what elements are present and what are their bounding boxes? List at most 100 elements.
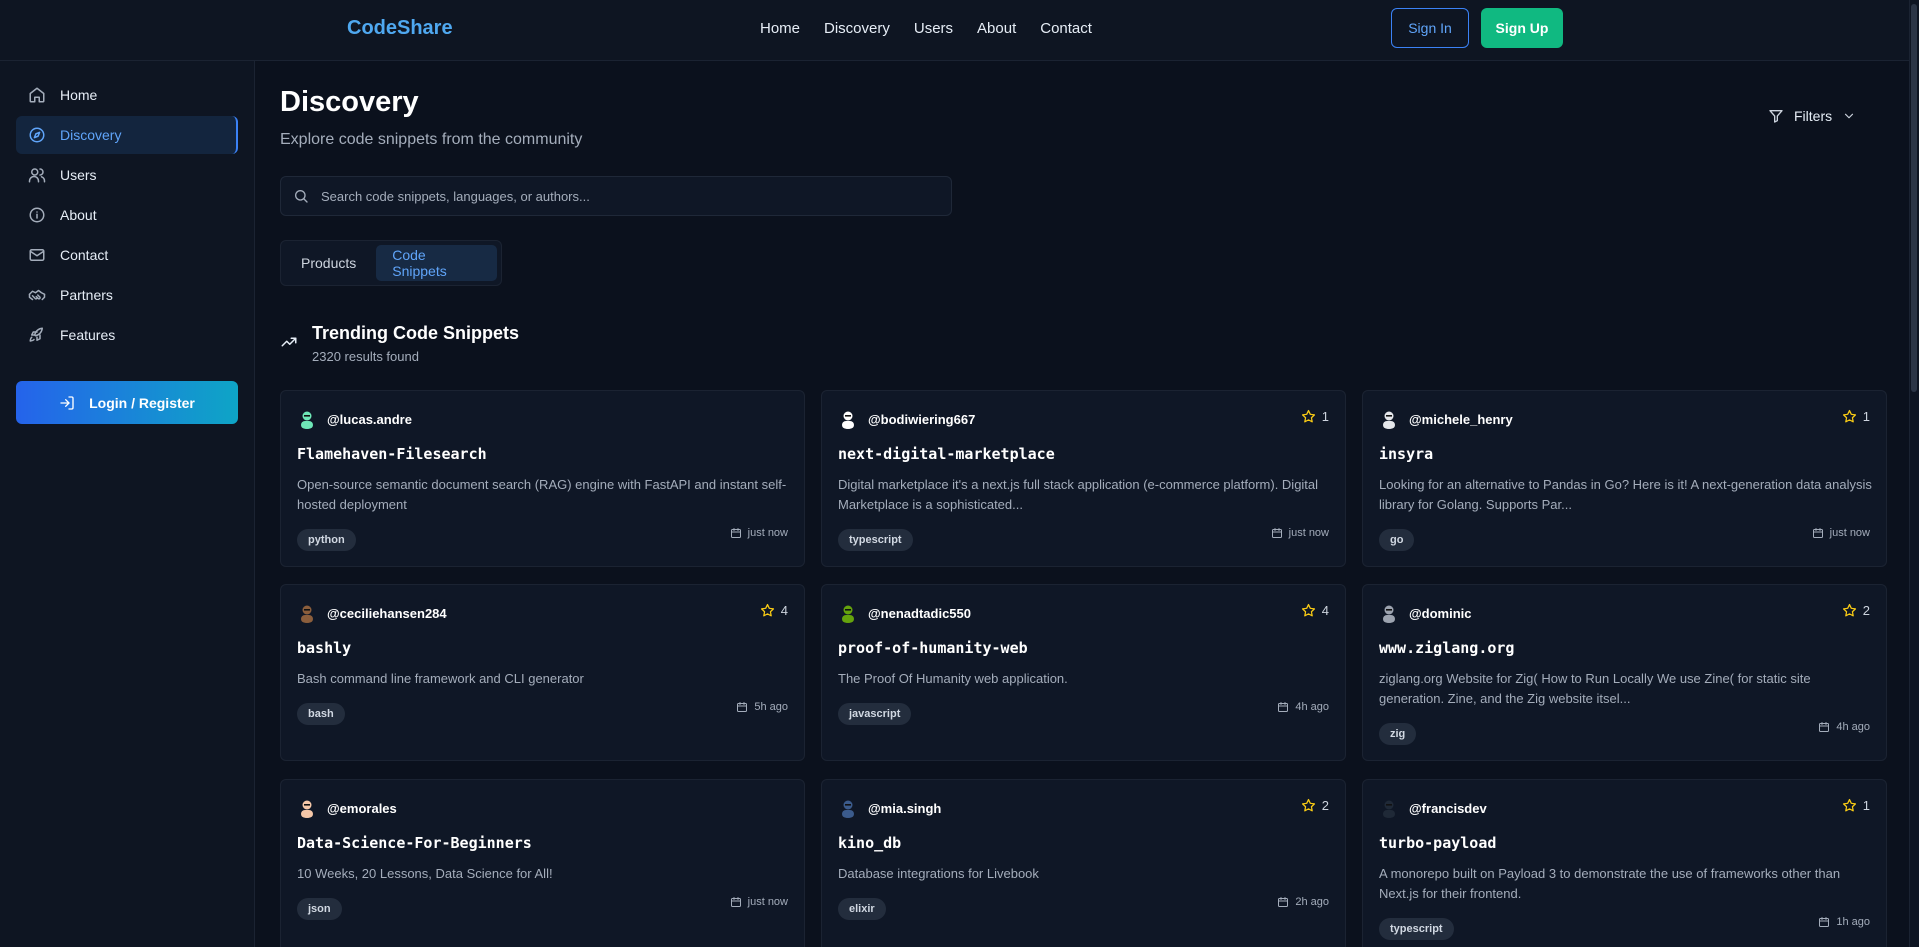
handshake-icon xyxy=(28,289,46,301)
snippet-card[interactable]: @nenadtadic550 4 proof-of-humanity-web T… xyxy=(821,584,1346,761)
snippet-card[interactable]: @ceciliehansen284 4 bashly Bash command … xyxy=(280,584,805,761)
card-author[interactable]: @nenadtadic550 xyxy=(838,603,971,623)
sidebar-item-home[interactable]: Home xyxy=(16,76,238,114)
sidebar-item-about[interactable]: About xyxy=(16,196,238,234)
nav-link-discovery[interactable]: Discovery xyxy=(824,20,890,37)
language-tag[interactable]: zig xyxy=(1379,723,1417,745)
card-stars[interactable]: 1 xyxy=(1842,798,1870,813)
avatar-icon xyxy=(1383,800,1395,818)
language-tag[interactable]: bash xyxy=(297,703,345,725)
card-author[interactable]: @lucas.andre xyxy=(297,409,412,429)
sidebar-item-label: Features xyxy=(60,327,116,343)
filters-button[interactable]: Filters xyxy=(1768,108,1856,124)
search-input[interactable] xyxy=(321,188,921,204)
snippet-card[interactable]: @francisdev 1 turbo-payload A monorepo b… xyxy=(1362,779,1887,947)
avatar xyxy=(838,603,858,623)
calendar-icon xyxy=(737,702,748,712)
snippet-title[interactable]: proof-of-humanity-web xyxy=(838,639,1028,657)
snippet-description: The Proof Of Humanity web application. xyxy=(838,671,1068,686)
snippet-title[interactable]: bashly xyxy=(297,639,351,657)
sidebar-item-partners[interactable]: Partners xyxy=(16,276,238,314)
snippet-title[interactable]: www.ziglang.org xyxy=(1379,639,1514,657)
snippet-title[interactable]: insyra xyxy=(1379,445,1433,463)
snippet-description: Digital marketplace it's a next.js full … xyxy=(838,477,1319,512)
content-tabs: Products Code Snippets xyxy=(280,240,502,286)
language-tag[interactable]: elixir xyxy=(838,898,886,920)
card-stars[interactable]: 4 xyxy=(1301,603,1329,618)
snippet-description: A monorepo built on Payload 3 to demonst… xyxy=(1379,866,1841,901)
sidebar-item-features[interactable]: Features xyxy=(16,316,238,354)
snippet-title[interactable]: Flamehaven-Filesearch xyxy=(297,445,487,463)
nav-link-about[interactable]: About xyxy=(977,20,1016,37)
star-count: 1 xyxy=(1321,409,1329,424)
avatar-icon xyxy=(1383,411,1395,429)
sign-up-button[interactable]: Sign Up xyxy=(1481,8,1563,48)
snippet-title[interactable]: turbo-payload xyxy=(1379,834,1496,852)
sidebar-item-label: Users xyxy=(60,167,97,183)
language-tag[interactable]: javascript xyxy=(838,703,912,725)
card-stars[interactable]: 4 xyxy=(760,603,788,618)
sidebar-item-users[interactable]: Users xyxy=(16,156,238,194)
avatar xyxy=(297,798,317,818)
sidebar-item-discovery[interactable]: Discovery xyxy=(16,116,238,154)
avatar xyxy=(297,409,317,429)
tab-products[interactable]: Products xyxy=(285,245,372,281)
author-name: @bodiwiering667 xyxy=(868,411,976,427)
time-label: 5h ago xyxy=(754,701,788,713)
card-author[interactable]: @mia.singh xyxy=(838,798,941,818)
snippet-title[interactable]: Data-Science-For-Beginners xyxy=(297,834,532,852)
sidebar-item-label: Partners xyxy=(60,287,113,303)
brand-logo[interactable]: CodeShare xyxy=(347,17,453,40)
author-name: @nenadtadic550 xyxy=(868,605,971,621)
star-icon xyxy=(1842,409,1856,423)
snippet-card[interactable]: @dominic 2 www.ziglang.org ziglang.org W… xyxy=(1362,584,1887,761)
card-author[interactable]: @emorales xyxy=(297,798,397,818)
language-tag[interactable]: typescript xyxy=(838,529,913,551)
rocket-icon xyxy=(29,327,43,342)
scrollbar-thumb[interactable] xyxy=(1911,4,1917,392)
snippet-title[interactable]: next-digital-marketplace xyxy=(838,445,1055,463)
nav-link-contact[interactable]: Contact xyxy=(1040,20,1092,37)
author-name: @emorales xyxy=(327,800,397,816)
sidebar: Home Discovery Users About Contact Partn… xyxy=(0,61,255,947)
language-tag[interactable]: json xyxy=(297,898,342,920)
calendar-icon xyxy=(1278,702,1289,712)
calendar-icon xyxy=(1812,528,1823,538)
sign-in-button[interactable]: Sign In xyxy=(1391,8,1469,48)
snippet-card[interactable]: @michele_henry 1 insyra Looking for an a… xyxy=(1362,390,1887,567)
time-label: just now xyxy=(747,527,788,539)
sidebar-item-contact[interactable]: Contact xyxy=(16,236,238,274)
snippet-timestamp: 1h ago xyxy=(1818,916,1870,928)
home-icon xyxy=(29,87,45,103)
snippet-title[interactable]: kino_db xyxy=(838,834,901,852)
avatar-icon xyxy=(301,800,313,818)
snippet-card[interactable]: @emorales Data-Science-For-Beginners 10 … xyxy=(280,779,805,947)
snippet-card[interactable]: @bodiwiering667 1 next-digital-marketpla… xyxy=(821,390,1346,567)
card-author[interactable]: @bodiwiering667 xyxy=(838,409,975,429)
card-stars[interactable]: 1 xyxy=(1301,409,1329,424)
snippet-card[interactable]: @mia.singh 2 kino_db Database integratio… xyxy=(821,779,1346,947)
language-tag[interactable]: go xyxy=(1379,529,1415,551)
snippet-timestamp: 4h ago xyxy=(1277,701,1329,713)
login-icon xyxy=(60,395,74,410)
star-count: 1 xyxy=(1862,798,1870,813)
card-stars[interactable]: 1 xyxy=(1842,409,1870,424)
card-author[interactable]: @ceciliehansen284 xyxy=(297,603,447,623)
tab-code-snippets[interactable]: Code Snippets xyxy=(376,245,497,281)
nav-link-home[interactable]: Home xyxy=(760,20,800,37)
card-author[interactable]: @dominic xyxy=(1379,603,1472,623)
card-stars[interactable]: 2 xyxy=(1842,603,1870,618)
nav-link-users[interactable]: Users xyxy=(914,20,953,37)
card-stars[interactable]: 2 xyxy=(1301,798,1329,813)
card-author[interactable]: @michele_henry xyxy=(1379,409,1513,429)
page-scrollbar[interactable] xyxy=(1909,0,1919,947)
language-tag[interactable]: python xyxy=(297,529,356,551)
star-count: 2 xyxy=(1321,798,1329,813)
page-title: Discovery xyxy=(280,86,419,118)
snippet-card[interactable]: @lucas.andre Flamehaven-Filesearch Open-… xyxy=(280,390,805,567)
login-register-button[interactable]: Login / Register xyxy=(16,381,238,424)
language-tag[interactable]: typescript xyxy=(1379,918,1454,940)
avatar xyxy=(1379,798,1399,818)
snippet-description: Open-source semantic document search (RA… xyxy=(297,477,787,512)
card-author[interactable]: @francisdev xyxy=(1379,798,1487,818)
